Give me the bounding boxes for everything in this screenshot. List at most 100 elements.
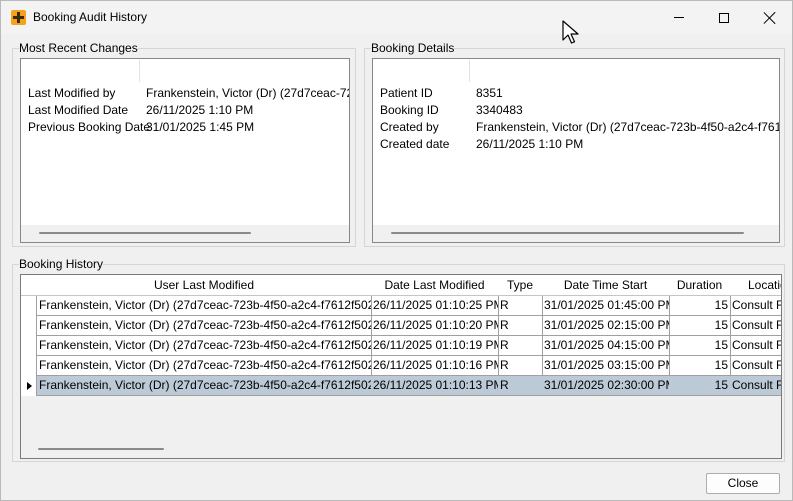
- window-title: Booking Audit History: [33, 10, 148, 24]
- cell-type: R: [498, 356, 543, 376]
- field-value: Frankenstein, Victor (Dr) (27d7ceac-723b…: [146, 86, 349, 100]
- cell-date-time-start: 31/01/2025 01:45:00 PM: [542, 296, 670, 316]
- booking-detail-row: Created date 26/11/2025 1:10 PM: [380, 136, 779, 153]
- column-separator: [469, 60, 470, 82]
- cell-duration: 15: [669, 356, 731, 376]
- field-label: Last Modified Date: [28, 103, 129, 117]
- column-header-type[interactable]: Type: [498, 275, 543, 296]
- minimize-button[interactable]: [656, 1, 702, 34]
- field-value: 3340483: [476, 103, 523, 117]
- field-value: 8351: [476, 86, 503, 100]
- table-row[interactable]: Frankenstein, Victor (Dr) (27d7ceac-723b…: [21, 316, 781, 336]
- booking-details-list[interactable]: Patient ID 8351 Booking ID 3340483 Creat…: [372, 58, 780, 243]
- booking-details-title: Booking Details: [371, 41, 455, 55]
- field-label: Last Modified by: [28, 86, 116, 100]
- column-separator: [139, 60, 140, 82]
- close-icon: [764, 12, 776, 24]
- row-header[interactable]: [21, 356, 37, 376]
- cell-location: Consult R: [730, 316, 781, 336]
- column-header-date-last-modified[interactable]: Date Last Modified: [371, 275, 499, 296]
- cell-duration: 15: [669, 296, 731, 316]
- column-header-date-time-start[interactable]: Date Time Start: [542, 275, 670, 296]
- table-row-selected[interactable]: Frankenstein, Victor (Dr) (27d7ceac-723b…: [21, 376, 781, 396]
- scrollbar-thumb[interactable]: [38, 448, 164, 450]
- current-row-arrow-icon: [27, 382, 32, 390]
- grid-empty-area: [21, 396, 781, 443]
- cell-user-last-modified: Frankenstein, Victor (Dr) (27d7ceac-723b…: [37, 296, 372, 316]
- cell-date-time-start: 31/01/2025 03:15:00 PM: [542, 356, 670, 376]
- field-label: Created date: [380, 137, 450, 151]
- column-header-location[interactable]: Locatio: [730, 275, 781, 296]
- booking-detail-row: Booking ID 3340483: [380, 102, 779, 119]
- booking-details-group: Booking Details Patient ID 8351 Booking …: [364, 41, 785, 247]
- cell-type: R: [498, 316, 543, 336]
- field-label: Created by: [380, 120, 439, 134]
- cell-location: Consult R: [730, 296, 781, 316]
- recent-change-row: Last Modified by Frankenstein, Victor (D…: [28, 85, 349, 102]
- cell-type: R: [498, 296, 543, 316]
- cell-location: Consult R: [730, 336, 781, 356]
- scrollbar-thumb[interactable]: [391, 232, 744, 234]
- cell-date-last-modified: 26/11/2025 01:10:25 PM: [371, 296, 499, 316]
- cell-date-time-start: 31/01/2025 02:30:00 PM: [542, 376, 670, 396]
- booking-history-grid[interactable]: User Last Modified Date Last Modified Ty…: [20, 274, 782, 459]
- column-header-user-last-modified[interactable]: User Last Modified: [37, 275, 372, 296]
- horizontal-scrollbar[interactable]: [21, 225, 349, 242]
- table-row[interactable]: Frankenstein, Victor (Dr) (27d7ceac-723b…: [21, 336, 781, 356]
- scrollbar-thumb[interactable]: [39, 232, 251, 234]
- most-recent-changes-group: Most Recent Changes Last Modified by Fra…: [12, 41, 356, 247]
- booking-detail-row: Created by Frankenstein, Victor (Dr) (27…: [380, 119, 779, 136]
- table-row[interactable]: Frankenstein, Victor (Dr) (27d7ceac-723b…: [21, 296, 781, 316]
- cell-duration: 15: [669, 336, 731, 356]
- cell-date-last-modified: 26/11/2025 01:10:16 PM: [371, 356, 499, 376]
- cell-user-last-modified: Frankenstein, Victor (Dr) (27d7ceac-723b…: [37, 356, 372, 376]
- field-label: Patient ID: [380, 86, 433, 100]
- cell-date-last-modified: 26/11/2025 01:10:19 PM: [371, 336, 499, 356]
- booking-history-group: Booking History User Last Modified Date …: [12, 257, 785, 462]
- grid-header: User Last Modified Date Last Modified Ty…: [21, 275, 781, 296]
- mouse-pointer-icon: [562, 20, 579, 44]
- horizontal-scrollbar[interactable]: [21, 441, 781, 458]
- most-recent-changes-list[interactable]: Last Modified by Frankenstein, Victor (D…: [20, 58, 350, 243]
- cell-user-last-modified: Frankenstein, Victor (Dr) (27d7ceac-723b…: [37, 336, 372, 356]
- booking-detail-row: Patient ID 8351: [380, 85, 779, 102]
- title-bar[interactable]: Booking Audit History: [1, 1, 792, 34]
- app-plus-icon: [11, 10, 26, 25]
- row-header[interactable]: [21, 376, 37, 396]
- cell-user-last-modified: Frankenstein, Victor (Dr) (27d7ceac-723b…: [37, 316, 372, 336]
- field-value: 31/01/2025 1:45 PM: [146, 120, 255, 134]
- row-header[interactable]: [21, 316, 37, 336]
- field-label: Booking ID: [380, 103, 439, 117]
- field-value: Frankenstein, Victor (Dr) (27d7ceac-723b…: [476, 120, 779, 134]
- horizontal-scrollbar[interactable]: [373, 225, 779, 242]
- cell-date-last-modified: 26/11/2025 01:10:20 PM: [371, 316, 499, 336]
- cell-date-time-start: 31/01/2025 02:15:00 PM: [542, 316, 670, 336]
- window-close-button[interactable]: [747, 1, 793, 34]
- field-value: 26/11/2025 1:10 PM: [476, 137, 584, 151]
- row-header-corner: [21, 275, 38, 296]
- field-label: Previous Booking Date: [28, 120, 151, 134]
- cell-duration: 15: [669, 316, 731, 336]
- column-header-duration[interactable]: Duration: [669, 275, 731, 296]
- field-value: 26/11/2025 1:10 PM: [146, 103, 254, 117]
- cell-user-last-modified: Frankenstein, Victor (Dr) (27d7ceac-723b…: [37, 376, 372, 396]
- cell-location: Consult R: [730, 356, 781, 376]
- cell-duration: 15: [669, 376, 731, 396]
- booking-audit-history-window: Booking Audit History Most Recent Change…: [0, 0, 793, 501]
- cell-type: R: [498, 336, 543, 356]
- row-header[interactable]: [21, 296, 37, 316]
- row-header[interactable]: [21, 336, 37, 356]
- booking-history-title: Booking History: [19, 257, 104, 271]
- recent-change-row: Last Modified Date 26/11/2025 1:10 PM: [28, 102, 348, 119]
- cell-type: R: [498, 376, 543, 396]
- table-row[interactable]: Frankenstein, Victor (Dr) (27d7ceac-723b…: [21, 356, 781, 376]
- most-recent-changes-title: Most Recent Changes: [19, 41, 138, 55]
- cell-date-time-start: 31/01/2025 04:15:00 PM: [542, 336, 670, 356]
- cell-date-last-modified: 26/11/2025 01:10:13 PM: [371, 376, 499, 396]
- cell-location: Consult R: [730, 376, 781, 396]
- close-button[interactable]: Close: [706, 473, 780, 494]
- maximize-icon: [719, 12, 729, 23]
- maximize-button[interactable]: [701, 1, 747, 34]
- minimize-icon: [674, 17, 684, 18]
- recent-change-row: Previous Booking Date 31/01/2025 1:45 PM: [28, 119, 348, 136]
